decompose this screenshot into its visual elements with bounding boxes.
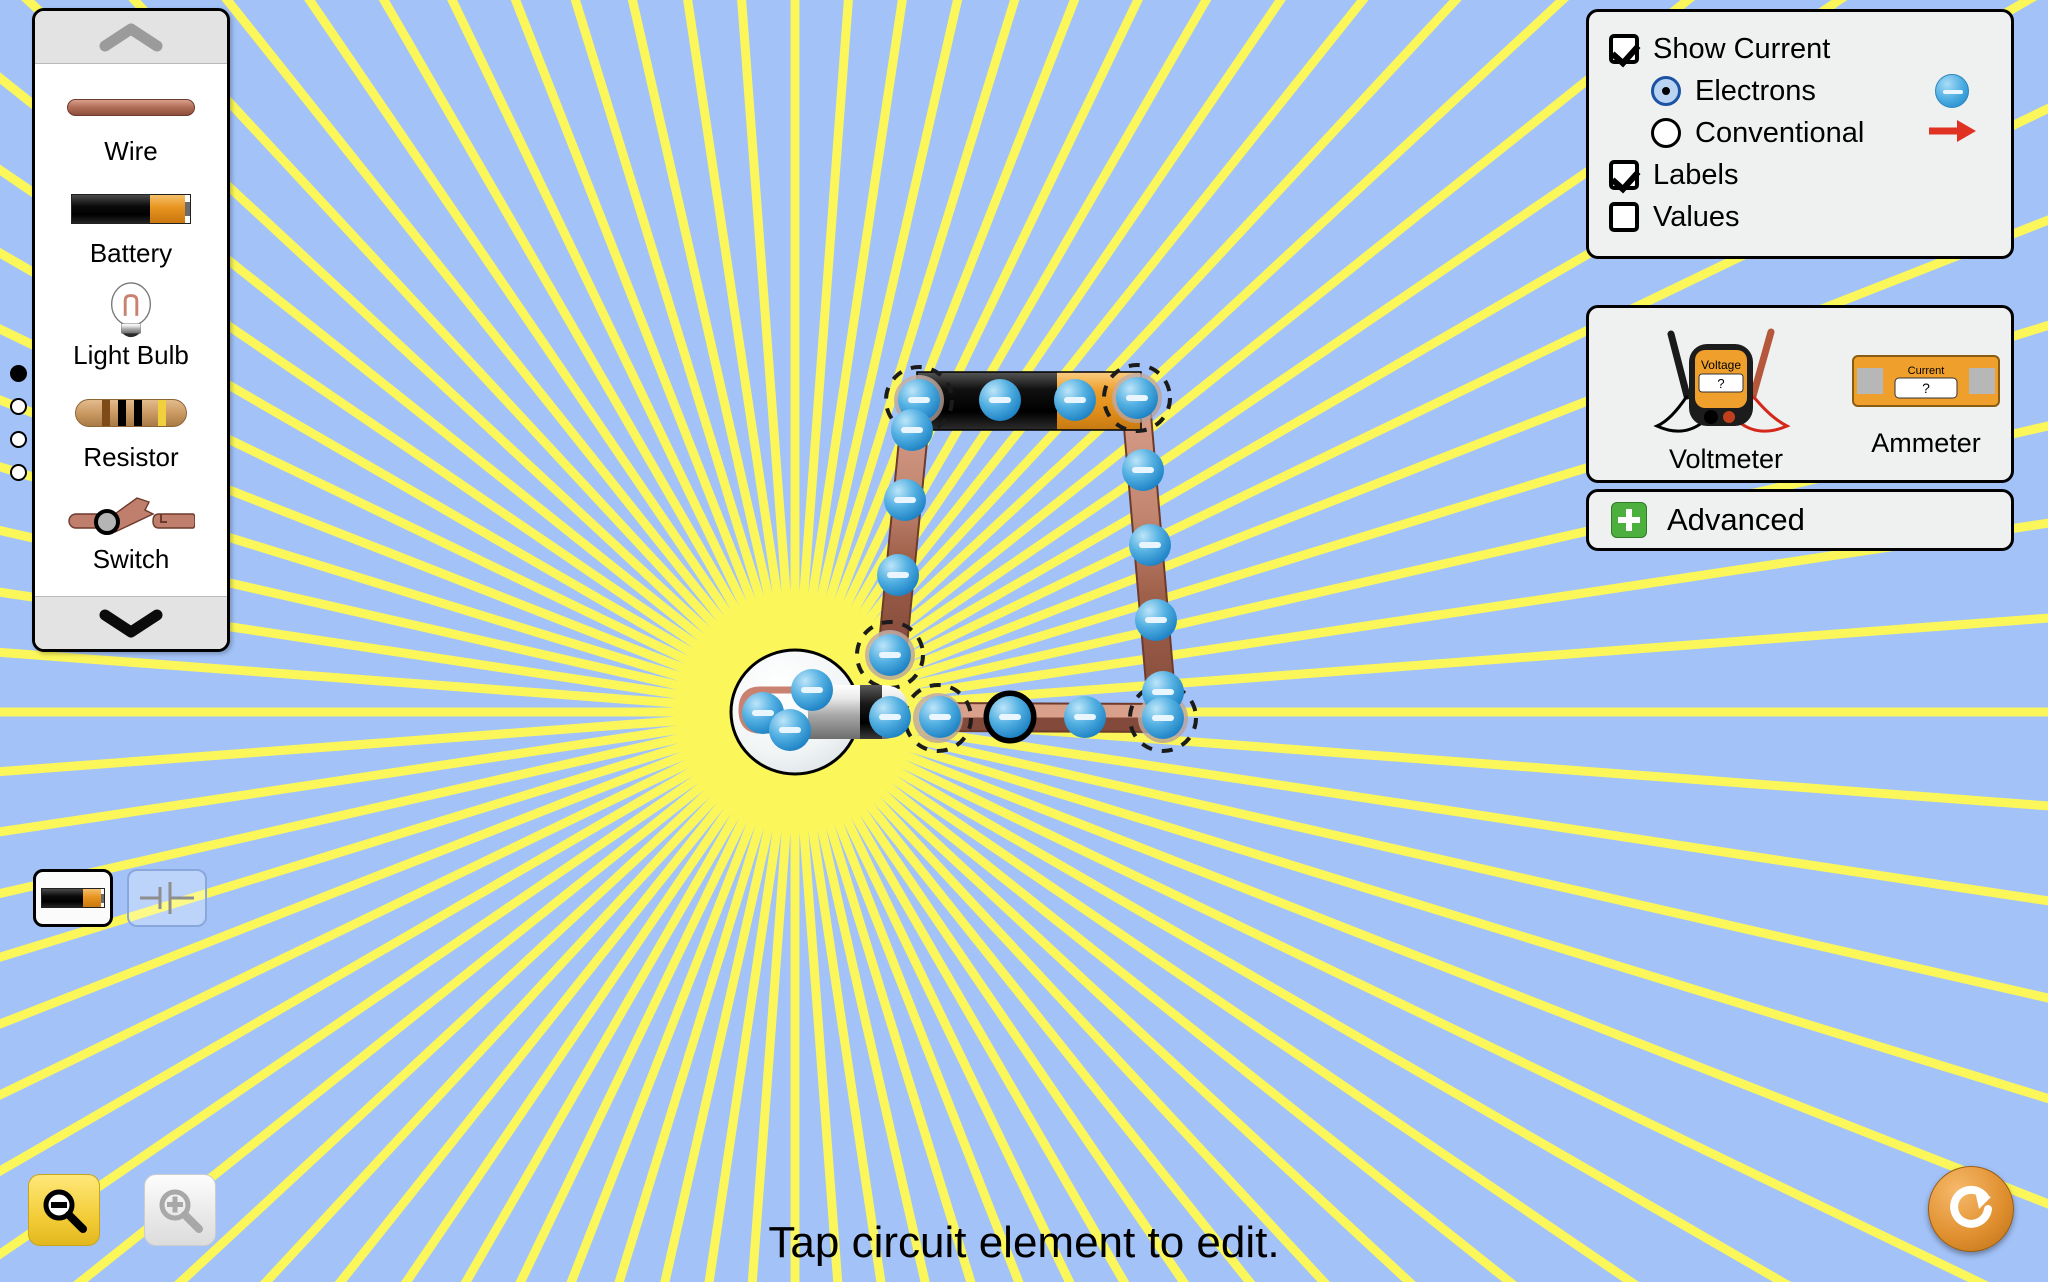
ammeter-readout-title: Current (1908, 365, 1945, 377)
electron-minus-sign (779, 727, 801, 733)
wire-icon (67, 80, 195, 134)
show-current-label: Show Current (1653, 32, 1831, 65)
meters-panel[interactable]: Voltage ? Voltmeter Current ? Ammeter (1586, 305, 2014, 483)
voltmeter-readout-value: ? (1717, 376, 1724, 391)
toolbox-item-resistor[interactable]: Resistor (35, 386, 227, 470)
switch-icon (67, 488, 195, 542)
resistor-icon (75, 386, 187, 440)
electron-minus-sign (1145, 617, 1167, 623)
circuit-element-toolbox[interactable]: Wire Battery Light Bulb Resistor Switch (32, 8, 230, 652)
electron-minus-sign (1139, 542, 1161, 548)
voltmeter-readout-title: Voltage (1701, 358, 1741, 372)
labels-label: Labels (1653, 158, 1739, 191)
advanced-label: Advanced (1667, 502, 1805, 537)
electron-minus-sign (901, 427, 923, 433)
voltmeter-label: Voltmeter (1668, 444, 1784, 474)
toolbox-item-wire[interactable]: Wire (35, 80, 227, 164)
electron-minus-sign (1126, 395, 1148, 401)
show-current-row[interactable]: Show Current (1609, 28, 1991, 70)
page-dot-1[interactable] (10, 365, 27, 382)
hint-text: Tap circuit element to edit. (768, 1218, 1280, 1267)
electron-minus-sign (1064, 397, 1086, 403)
toolbox-item-light-bulb[interactable]: Light Bulb (35, 282, 227, 370)
ammeter-label: Ammeter (1871, 428, 1981, 458)
labels-row[interactable]: Labels (1609, 154, 1991, 196)
electron-minus-sign (1152, 689, 1174, 695)
battery-icon (71, 182, 191, 236)
battery-lifelike-icon (41, 888, 105, 908)
voltmeter-tool[interactable]: Voltage ? Voltmeter (1641, 322, 1811, 475)
toolbox-item-switch[interactable]: Switch (35, 488, 227, 572)
values-checkbox[interactable] (1609, 202, 1639, 232)
toolbox-item-battery[interactable]: Battery (35, 182, 227, 266)
ammeter-readout-value: ? (1922, 380, 1930, 396)
reset-all-button[interactable] (1928, 1166, 2014, 1252)
chevron-down-icon (99, 609, 163, 638)
show-current-checkbox[interactable] (1609, 34, 1639, 64)
toolbox-item-label: Battery (89, 238, 173, 268)
wire-bottom (920, 702, 1178, 733)
conventional-label: Conventional (1695, 116, 1865, 149)
advanced-accordion[interactable]: Advanced (1586, 489, 2014, 551)
reset-circular-arrow-icon (1950, 1185, 1992, 1228)
electrons-row[interactable]: Electrons (1609, 70, 1991, 112)
electron-minus-sign (929, 714, 951, 720)
ammeter-icon: Current ? (1852, 355, 2000, 407)
page-dot-4[interactable] (10, 464, 27, 481)
electron-minus-sign (1132, 467, 1154, 473)
toolbox-page-indicator[interactable] (10, 365, 27, 481)
values-label: Values (1653, 200, 1740, 233)
electron-minus-sign (1074, 714, 1096, 720)
display-options-panel[interactable]: Show Current Electrons Conventional Labe… (1586, 9, 2014, 259)
labels-checkbox[interactable] (1609, 160, 1639, 190)
page-dot-2[interactable] (10, 398, 27, 415)
electron-minus-sign (908, 397, 930, 403)
electron-minus-sign (879, 714, 901, 720)
view-schematic-button[interactable] (127, 869, 207, 927)
voltmeter-icon: Voltage ? (1653, 328, 1791, 433)
electron-particles (742, 377, 1184, 751)
page-dot-3[interactable] (10, 431, 27, 448)
electron-minus-sign (801, 687, 823, 693)
electron-minus-sign (1152, 715, 1174, 721)
toolbox-item-label: Light Bulb (73, 340, 189, 370)
red-right-arrow-icon (1929, 117, 1977, 150)
chevron-up-icon (99, 23, 163, 52)
plus-box-icon[interactable] (1611, 502, 1647, 538)
electron-minus-sign (894, 497, 916, 503)
toolbox-scroll-down-button[interactable] (35, 596, 227, 649)
toolbox-item-label: Resistor (83, 442, 179, 472)
electrons-radio[interactable] (1651, 76, 1681, 106)
simulation-canvas[interactable]: Wire Battery Light Bulb Resistor Switch … (0, 0, 2048, 1282)
view-type-toggle[interactable] (33, 869, 207, 927)
values-row[interactable]: Values (1609, 196, 1991, 238)
electron-minus-sign (989, 397, 1011, 403)
view-lifelike-button[interactable] (33, 869, 113, 927)
conventional-row[interactable]: Conventional (1609, 112, 1991, 154)
electrons-label: Electrons (1695, 74, 1816, 107)
electron-minus-sign (999, 714, 1021, 720)
battery-schematic-icon (140, 882, 194, 914)
toolbox-scroll-up-button[interactable] (35, 11, 227, 64)
electron-minus-sign (879, 652, 901, 658)
toolbox-item-label: Switch (92, 544, 170, 574)
electron-minus-sign (887, 572, 909, 578)
light-bulb-icon (103, 282, 159, 338)
toolbox-item-label: Wire (104, 136, 158, 166)
electron-icon (1935, 74, 1969, 108)
conventional-radio[interactable] (1651, 118, 1681, 148)
ammeter-tool[interactable]: Current ? Ammeter (1851, 350, 2001, 459)
electron-minus-sign (752, 710, 774, 716)
